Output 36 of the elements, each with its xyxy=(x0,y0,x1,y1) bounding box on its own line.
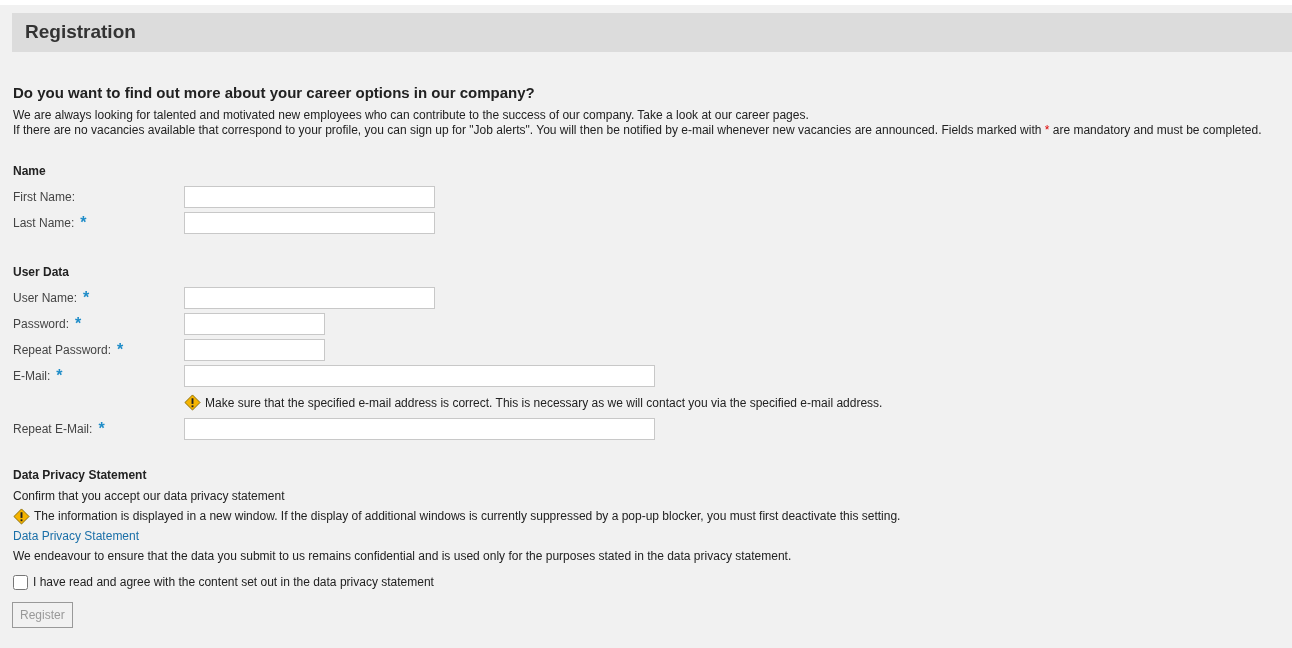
input-field[interactable] xyxy=(184,418,655,440)
intro-text: We are always looking for talented and motivated new employees who can contribute to the success of our company. Take a look at our career pages. xyxy=(13,108,810,123)
input-field[interactable] xyxy=(184,287,435,309)
required-mark: * xyxy=(80,218,87,228)
section-title: User Data xyxy=(13,264,71,281)
input-field[interactable] xyxy=(184,339,325,361)
field-label: Password: xyxy=(13,316,70,333)
section-title: Name xyxy=(13,163,47,180)
required-mark: * xyxy=(83,293,90,303)
required-mark: * xyxy=(98,424,105,434)
warning-icon xyxy=(13,507,30,525)
section-title: Data Privacy Statement xyxy=(13,467,148,484)
field-label: E-Mail: xyxy=(13,368,51,385)
field-label: Last Name: xyxy=(13,215,75,232)
warning-icon xyxy=(184,394,201,411)
agree-checkbox[interactable] xyxy=(13,574,28,590)
input-field[interactable] xyxy=(184,365,655,387)
input-field[interactable] xyxy=(184,313,325,335)
warning-text: The information is displayed in a new window. If the display of additional windows is currently suppressed by a pop-up blocker, you must first deactivate this setting. xyxy=(34,508,901,525)
field-label: First Name: xyxy=(13,189,75,206)
required-mark: * xyxy=(117,345,124,355)
required-mark: * xyxy=(56,371,63,381)
field-label: Repeat E-Mail: xyxy=(13,421,93,438)
note-text: Make sure that the specified e-mail address is correct. This is necessary as we will contact you via the specified e-mail address. xyxy=(205,394,883,412)
page-header: Registration xyxy=(12,13,1292,52)
field-label: User Name: xyxy=(13,290,77,307)
field-label: Repeat Password: xyxy=(13,342,112,359)
checkbox-label: I have read and agree with the content set out in the data privacy statement xyxy=(33,574,434,591)
input-field[interactable] xyxy=(184,186,435,208)
privacy-text: Confirm that you accept our data privacy statement xyxy=(13,488,286,505)
intro-heading: Do you want to find out more about your career options in our company? xyxy=(13,82,536,103)
privacy-text: We endeavour to ensure that the data you submit to us remains confidential and is used only for the purposes stated in the data privacy statement. xyxy=(13,548,793,565)
intro-text: If there are no vacancies available that correspond to your profile, you can sign up for "Job alerts". You will then be notified by e-mail whenever new vacancies are announced. Fields marked with * are mandatory and must be completed. xyxy=(13,123,1263,138)
input-field[interactable] xyxy=(184,212,435,234)
privacy-link[interactable]: Data Privacy Statement xyxy=(13,527,140,545)
required-mark: * xyxy=(75,319,82,329)
